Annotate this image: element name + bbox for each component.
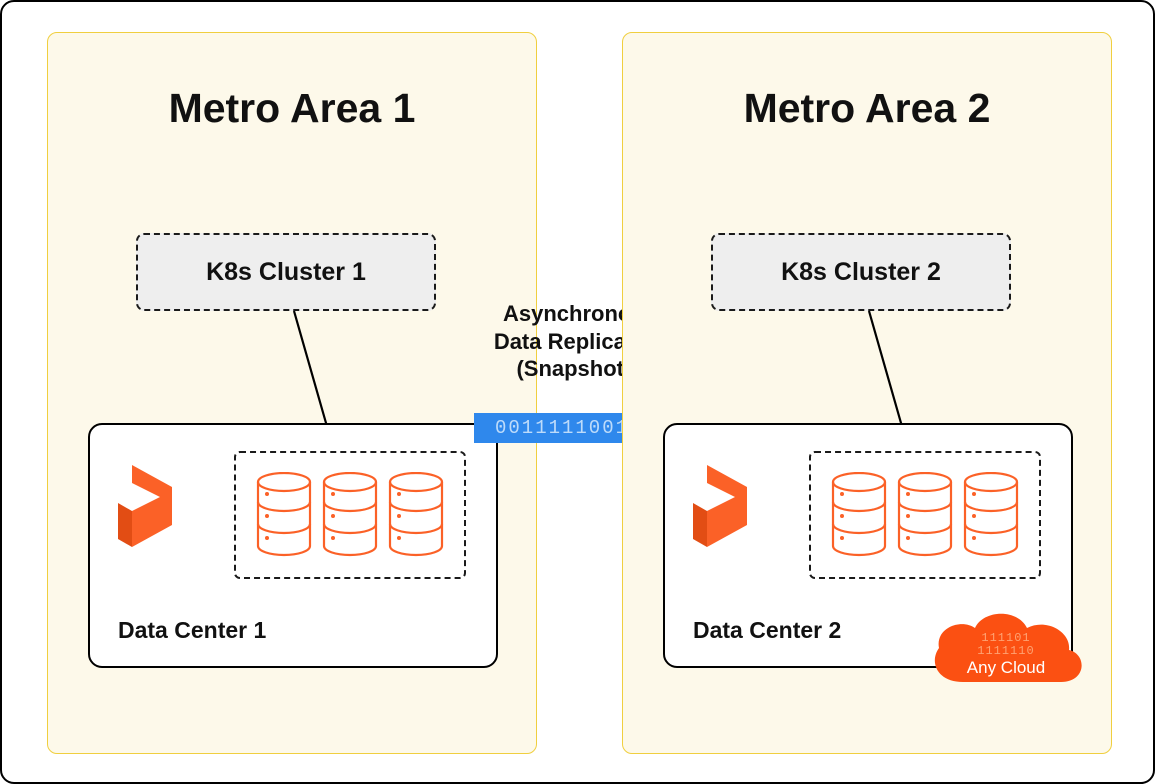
database-icon [830,472,888,558]
k8s-cluster-2-label: K8s Cluster 2 [781,258,941,287]
metro-area-1: Metro Area 1 K8s Cluster 1 [47,32,537,754]
database-icon [321,472,379,558]
metro-area-1-title: Metro Area 1 [48,85,536,132]
database-icon [962,472,1020,558]
cloud-label: Any Cloud [921,658,1091,678]
k8s-cluster-1-label: K8s Cluster 1 [206,258,366,287]
metro-area-2-title: Metro Area 2 [623,85,1111,132]
data-center-2-box: Data Center 2 111101 1111110 Any Cloud [663,423,1073,668]
database-icon [387,472,445,558]
any-cloud-badge: 111101 1111110 Any Cloud [921,604,1091,700]
k8s-cluster-2-box: K8s Cluster 2 [711,233,1011,311]
data-center-2-label: Data Center 2 [693,617,841,644]
storage-group-2 [809,451,1041,579]
data-center-1-label: Data Center 1 [118,617,266,644]
pure-storage-icon [114,465,180,563]
storage-group-1 [234,451,466,579]
database-icon [255,472,313,558]
cloud-binary-text: 111101 1111110 [921,632,1091,657]
binary-stream-text: 0011111001 [495,417,629,439]
database-icon [896,472,954,558]
k8s-cluster-1-box: K8s Cluster 1 [136,233,436,311]
diagram-canvas: Metro Area 1 K8s Cluster 1 [0,0,1155,784]
pure-storage-icon [689,465,755,563]
data-center-1-box: Data Center 1 [88,423,498,668]
metro-area-2: Metro Area 2 K8s Cluster 2 [622,32,1112,754]
